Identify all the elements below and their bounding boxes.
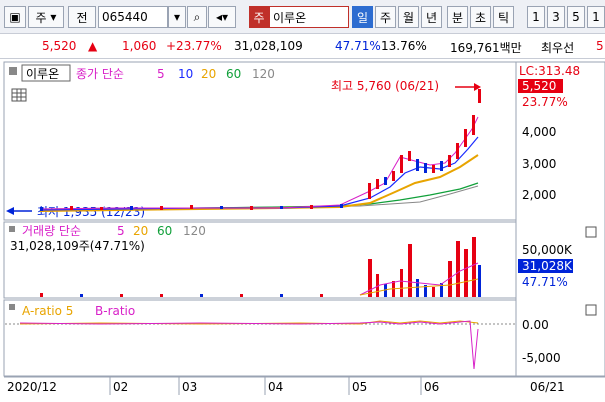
ratio-menu-icon[interactable] bbox=[9, 304, 15, 310]
period-tick-tab[interactable]: 틱 bbox=[493, 6, 514, 28]
count-button-5[interactable]: 5 bbox=[567, 6, 585, 28]
count-button-10[interactable]: 1 bbox=[587, 6, 605, 28]
volume-collapse-icon[interactable] bbox=[585, 226, 597, 238]
x-label-1: 02 bbox=[113, 380, 128, 394]
turnover-rate: 13.76% bbox=[381, 39, 427, 53]
ratio-panel bbox=[3, 299, 517, 377]
window-menu-icon[interactable]: ▣ bbox=[4, 6, 26, 28]
market-label: 주 bbox=[35, 10, 47, 25]
stock-name-field[interactable]: 이루온 bbox=[269, 6, 349, 28]
best-quote-label: 최우선 bbox=[541, 41, 575, 55]
period-month-tab[interactable]: 월 bbox=[398, 6, 419, 28]
volume-tick: 50,000K bbox=[522, 243, 573, 257]
x-label-4: 05 bbox=[352, 380, 367, 394]
x-label-5: 06 bbox=[424, 380, 439, 394]
panel-menu-icon[interactable] bbox=[9, 67, 17, 75]
period-second-tab[interactable]: 초 bbox=[470, 6, 491, 28]
market-select[interactable]: 주 ▾ bbox=[28, 6, 64, 28]
price-panel bbox=[3, 61, 517, 221]
ratio-tick-5000: -5,000 bbox=[522, 351, 561, 365]
x-label-3: 04 bbox=[268, 380, 283, 394]
change-percent: +23.77% bbox=[166, 39, 222, 53]
ma60-label: 60 bbox=[226, 67, 241, 81]
sound-icon[interactable]: ◂▾ bbox=[208, 6, 236, 28]
volume-subtitle: 31,028,109주(47.71%) bbox=[10, 239, 145, 253]
period-minute-tab[interactable]: 분 bbox=[447, 6, 468, 28]
stock-label: 이루온 bbox=[26, 67, 59, 81]
volume-tag: 31,028K bbox=[522, 259, 573, 273]
vol-ma5-label: 5 bbox=[117, 224, 125, 238]
count-button-3[interactable]: 3 bbox=[547, 6, 565, 28]
volume-title: 거래량 단순 bbox=[22, 224, 81, 238]
b-ratio-label: B-ratio bbox=[95, 304, 135, 318]
code-dropdown-button[interactable]: ▾ bbox=[168, 6, 186, 28]
ma120-label: 120 bbox=[252, 67, 275, 81]
period-week-tab[interactable]: 주 bbox=[375, 6, 396, 28]
ma-title: 종가 단순 bbox=[76, 67, 124, 81]
count-button-1[interactable]: 1 bbox=[527, 6, 545, 28]
ratio-collapse-icon[interactable] bbox=[585, 304, 597, 316]
low-price-label: 최저 1,935 (12/23) bbox=[37, 205, 145, 219]
a-ratio-label: A-ratio 5 bbox=[22, 304, 73, 318]
toolbar: ▣ 주 ▾ 전 065440 ▾ ⌕ ◂▾ 주 이루온 일 주 월 년 분 초 … bbox=[0, 0, 605, 34]
ratio-tick-0: 0.00 bbox=[522, 318, 549, 332]
stock-code-input[interactable]: 065440 bbox=[98, 6, 168, 28]
vol-ma60-label: 60 bbox=[157, 224, 172, 238]
code-prefix-button[interactable]: 전 bbox=[68, 6, 96, 28]
up-arrow-icon: ▲ bbox=[88, 39, 98, 53]
stock-chart[interactable]: 이루온 종가 단순 5 10 20 60 120 최고 5,760 (06/21… bbox=[0, 59, 605, 402]
x-label-0: 2020/12 bbox=[7, 380, 57, 394]
high-price-label: 최고 5,760 (06/21) bbox=[331, 79, 439, 93]
price-pct-tag: 23.77% bbox=[522, 95, 568, 109]
grid-toggle-icon[interactable] bbox=[11, 88, 27, 102]
x-date-label: 06/21 bbox=[530, 380, 565, 394]
lc-label: LC:313.48 bbox=[519, 64, 580, 78]
volume-value: 31,028,109 bbox=[234, 39, 303, 53]
volume-menu-icon[interactable] bbox=[9, 226, 15, 232]
volume-ratio: 47.71% bbox=[335, 39, 381, 53]
price-tick-4000: 4,000 bbox=[522, 125, 556, 139]
price-change: 1,060 bbox=[122, 39, 157, 53]
price-tick-3000: 3,000 bbox=[522, 157, 556, 171]
trade-amount: 169,761백만 bbox=[450, 41, 522, 55]
search-icon[interactable]: ⌕ bbox=[187, 6, 207, 28]
price-tick-2000: 2,000 bbox=[522, 188, 556, 202]
price-tag: 5,520 bbox=[522, 79, 556, 93]
current-price: 5,520 bbox=[42, 39, 77, 53]
ma20-label: 20 bbox=[201, 67, 216, 81]
vol-ma120-label: 120 bbox=[183, 224, 206, 238]
ma5-label: 5 bbox=[157, 67, 165, 81]
ma10-label: 10 bbox=[178, 67, 193, 81]
name-prefix-badge: 주 bbox=[249, 6, 269, 28]
period-year-tab[interactable]: 년 bbox=[421, 6, 442, 28]
period-day-tab[interactable]: 일 bbox=[352, 6, 373, 28]
volume-pct-tag: 47.71% bbox=[522, 275, 568, 289]
x-label-2: 03 bbox=[182, 380, 197, 394]
vol-ma20-label: 20 bbox=[133, 224, 148, 238]
quote-info-bar: 5,520 ▲ 1,060 +23.77% 31,028,109 47.71% … bbox=[0, 34, 605, 59]
best-quote-value: 5 bbox=[596, 39, 604, 53]
